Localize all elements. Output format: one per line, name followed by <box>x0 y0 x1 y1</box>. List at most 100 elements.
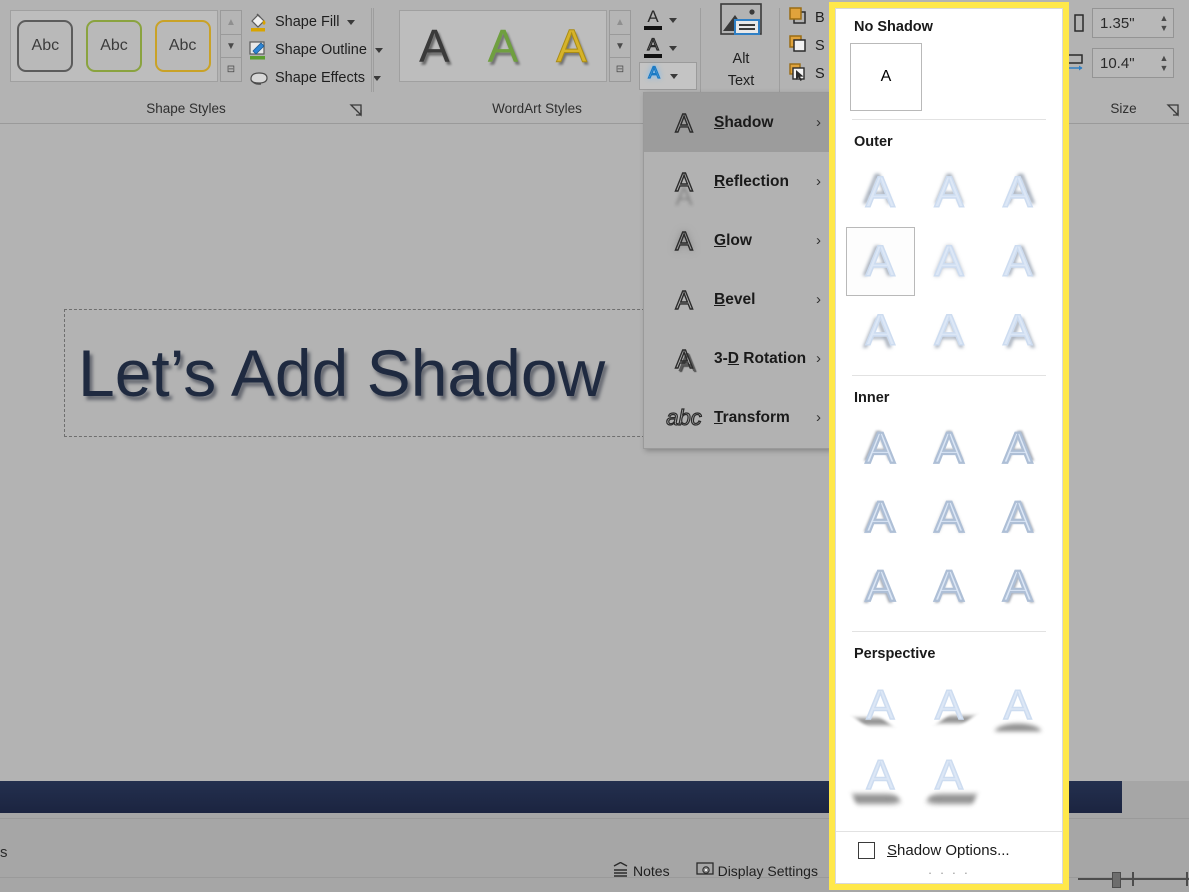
menu-item-transform-label: Transform <box>714 408 790 426</box>
notes-button[interactable]: Notes <box>612 861 670 880</box>
transform-abc-icon: abc <box>666 404 703 430</box>
shadow-thumb-perspective-2[interactable]: A <box>915 670 984 740</box>
shadow-thumb-outer-7[interactable]: A <box>846 296 915 365</box>
menu-item-glow-label: Glow <box>714 231 752 249</box>
shape-styles-dialog-launcher[interactable] <box>348 102 364 118</box>
shadow-thumb-perspective-1[interactable]: A <box>846 670 915 740</box>
alt-text-button[interactable]: Alt Text <box>706 2 776 89</box>
rotation-A-icon: A <box>675 343 694 374</box>
shadow-thumb-inner-1[interactable]: A <box>846 414 915 483</box>
shape-style-subtle-dark[interactable]: Abc <box>17 20 74 72</box>
shadow-thumb-inner-6[interactable]: A <box>983 483 1052 552</box>
section-title-inner: Inner <box>854 390 890 406</box>
shape-height-input[interactable]: 1.35" ▲ ▼ <box>1092 8 1174 38</box>
chevron-right-icon: › <box>816 232 821 249</box>
shadow-thumb-inner-4[interactable]: A <box>846 483 915 552</box>
shadow-thumb-inner-5[interactable]: A <box>915 483 984 552</box>
alt-text-label-line2: Text <box>727 72 755 89</box>
shadow-thumb-inner-2[interactable]: A <box>915 414 984 483</box>
chevron-right-icon: › <box>816 291 821 308</box>
shadow-grid-outer[interactable]: A A A A A A A A A <box>836 158 1062 371</box>
chevron-down-icon[interactable] <box>670 73 678 79</box>
chevron-right-icon: › <box>816 173 821 190</box>
zoom-handle[interactable] <box>1112 872 1121 888</box>
menu-item-reflection-label: Reflection <box>714 172 789 190</box>
shadow-thumb-perspective-4[interactable]: A <box>846 740 915 810</box>
text-effects-button[interactable]: A <box>639 62 697 90</box>
zoom-tick-end <box>1186 872 1188 886</box>
shape-style-subtle-gold[interactable]: Abc <box>154 20 211 72</box>
shadow-thumb-inner-8[interactable]: A <box>915 552 984 621</box>
shadow-thumb-inner-3[interactable]: A <box>983 414 1052 483</box>
wordart-style-gold[interactable]: A <box>556 23 588 70</box>
wordart-style-dark[interactable]: A <box>419 23 450 69</box>
shape-outline-button[interactable]: Shape Outline <box>246 36 383 64</box>
shape-width-stepper[interactable]: ▲ ▼ <box>1155 49 1173 77</box>
menu-item-glow[interactable]: A Glow › <box>644 211 829 270</box>
shadow-thumb-outer-6[interactable]: A <box>983 227 1052 296</box>
menu-item-bevel-label: Bevel <box>714 290 756 308</box>
text-fill-button[interactable]: A <box>639 6 697 34</box>
shape-styles-scroller[interactable]: ▲ ▼ ⊟ <box>220 10 242 82</box>
text-outline-button[interactable]: A <box>639 34 697 62</box>
scroll-down-icon[interactable]: ▼ <box>221 35 241 59</box>
chevron-down-icon[interactable] <box>669 45 677 51</box>
wordart-styles-scroller[interactable]: ▲ ▼ ⊟ <box>609 10 631 82</box>
shadow-A-icon: A <box>675 107 694 138</box>
scroll-down-icon[interactable]: ▼ <box>610 35 630 59</box>
zoom-slider[interactable] <box>1078 872 1189 888</box>
text-effects-icon: A <box>648 63 661 82</box>
shape-fill-button[interactable]: Shape Fill <box>246 8 370 36</box>
wordart-styles-gallery[interactable]: A A A <box>399 10 607 82</box>
send-backward-icon <box>787 33 809 59</box>
menu-item-bevel[interactable]: A Bevel › <box>644 270 829 329</box>
menu-item-transform[interactable]: abc Transform › <box>644 388 829 447</box>
menu-item-reflection[interactable]: A Reflection › <box>644 152 829 211</box>
alt-text-label-line1: Alt <box>732 50 750 67</box>
shadow-thumb-inner-7[interactable]: A <box>846 552 915 621</box>
slide-title-text[interactable]: Let’s Add Shadow <box>78 332 605 414</box>
zoom-tick-default <box>1132 872 1134 886</box>
chevron-down-icon[interactable] <box>669 17 677 23</box>
selection-pane-label: S <box>815 66 825 82</box>
wordart-style-green[interactable]: A <box>488 23 519 69</box>
send-backward-label: S <box>815 38 825 54</box>
chevron-right-icon: › <box>816 409 821 426</box>
shape-styles-gallery[interactable]: Abc Abc Abc <box>10 10 218 82</box>
notes-label: Notes <box>633 863 670 879</box>
shadow-thumb-outer-8[interactable]: A <box>915 296 984 365</box>
text-effects-menu[interactable]: A Shadow › A Reflection › A Glow › A Bev… <box>643 92 830 449</box>
shape-style-subtle-green[interactable]: Abc <box>85 20 142 72</box>
shape-height-stepper[interactable]: ▲ ▼ <box>1155 9 1173 37</box>
shadow-thumb-inner-9[interactable]: A <box>983 552 1052 621</box>
fill-bucket-icon <box>248 12 269 33</box>
shadow-grid-inner[interactable]: A A A A A A A A A <box>836 414 1062 627</box>
shape-width-input[interactable]: 10.4" ▲ ▼ <box>1092 48 1174 78</box>
scroll-more-icon[interactable]: ⊟ <box>221 58 241 81</box>
scroll-up-icon[interactable]: ▲ <box>221 11 241 35</box>
shadow-thumb-outer-4[interactable]: A <box>846 227 915 296</box>
popup-resize-grip[interactable]: · · · · <box>836 865 1062 883</box>
scroll-up-icon[interactable]: ▲ <box>610 11 630 35</box>
text-fill-icon: A <box>642 8 664 32</box>
menu-item-shadow[interactable]: A Shadow › <box>644 93 829 152</box>
shadow-thumb-perspective-5[interactable]: A <box>915 740 984 810</box>
shadow-gallery-popup[interactable]: No Shadow A Outer A A A A A A A A A Inne… <box>829 2 1069 890</box>
shadow-grid-perspective[interactable]: A A A A A <box>836 670 1062 814</box>
shadow-thumb-outer-3[interactable]: A <box>983 158 1052 227</box>
menu-item-3d-rotation[interactable]: A 3-D Rotation › <box>644 329 829 388</box>
shadow-thumb-outer-9[interactable]: A <box>983 296 1052 365</box>
shadow-thumb-outer-1[interactable]: A <box>846 158 915 227</box>
size-dialog-launcher[interactable] <box>1165 102 1181 118</box>
display-settings-label: Display Settings <box>717 863 818 879</box>
display-settings-button[interactable]: Display Settings <box>695 862 818 880</box>
selection-pane-icon <box>787 61 809 87</box>
shadow-thumb-none[interactable]: A <box>850 43 922 111</box>
shadow-thumb-outer-5[interactable]: A <box>915 227 984 296</box>
shadow-thumb-outer-2[interactable]: A <box>915 158 984 227</box>
shape-effects-button[interactable]: Shape Effects <box>246 64 382 92</box>
shadow-options-button[interactable]: Shadow Options... <box>836 832 1062 865</box>
shadow-thumb-perspective-3[interactable]: A <box>983 670 1052 740</box>
chevron-down-icon[interactable] <box>347 19 356 25</box>
scroll-more-icon[interactable]: ⊟ <box>610 58 630 81</box>
